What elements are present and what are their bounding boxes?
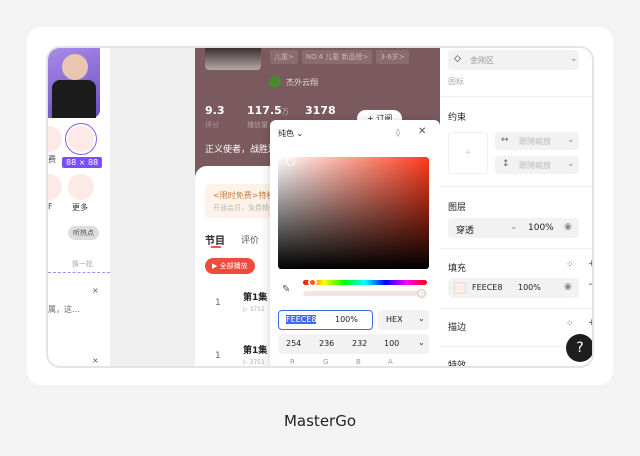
plays-value: 117.5 [247,104,282,117]
properties-panel: ◇ 金刚区 ⌄ 图标 约束 + ↔跟随缩放⌄ ↕跟随缩放⌄ 图层 穿透 ⌄ 10… [440,48,594,368]
constraints-heading: 约束 [448,110,466,123]
layer-opacity[interactable]: 100% [528,223,554,233]
caption: MasterGo [0,412,640,430]
play-all-button[interactable]: ▶ 全部播放 [205,258,255,274]
drop-icon[interactable]: ◊ [396,128,400,137]
horizontal-constraint-select[interactable]: ↔跟随缩放⌄ [495,132,579,150]
episode-plays: ▷ 3751 [243,359,265,366]
effects-heading: 特效 [448,358,466,368]
saturation-area[interactable] [278,157,429,269]
icon-label: 图标 [448,76,464,87]
eye-icon[interactable]: ◉ [564,222,572,232]
tag[interactable]: NO.4 儿童 新品榜> [302,50,372,64]
left-canvas-panel: 88 × 88 费 F 更多 听热点 换一批 × 属，这... × [48,48,110,368]
component-icon: ◇ [454,54,461,64]
episode-number: 1 [215,351,221,361]
fill-heading: 填充 [448,261,466,274]
alpha-slider[interactable] [303,291,427,296]
fill-hex[interactable]: FEECE8 [472,283,502,292]
size-badge: 88 × 88 [62,157,102,168]
selected-icon[interactable] [68,126,94,152]
layer-heading: 图层 [448,200,466,213]
r-label: R [290,358,295,366]
promo-subtitle: 开通会员，免费畅 [213,203,269,213]
fill-opacity[interactable]: 100% [518,283,541,292]
constraint-widget[interactable]: + [448,132,488,174]
g-value[interactable]: 236 [319,339,334,348]
fill-row[interactable]: FEECE8 100% ◉ [448,278,579,298]
author-name[interactable]: 杰外云翔 [286,77,318,88]
promo-title: <限时免费>特权 [213,190,274,201]
count-value: 3178 [305,104,336,117]
b-value[interactable]: 232 [352,339,367,348]
rgba-inputs[interactable]: 254 236 232 100 ⌄ [278,334,429,354]
a-label: A [388,358,393,366]
label: 费 [48,154,56,165]
format-label: HEX [386,315,403,324]
r-value[interactable]: 254 [286,339,301,348]
description: 正义使者，战胜邪 [205,142,277,155]
hex-input[interactable]: FEECE8 100% [278,310,373,330]
hue-slider[interactable] [303,280,427,285]
vertical-constraint-select[interactable]: ↕跟随缩放⌄ [495,156,579,174]
cover-image [205,48,261,70]
avatar-image [48,48,100,118]
help-button[interactable]: ? [566,334,594,362]
rating-value: 9.3 [205,104,225,117]
eye-icon[interactable]: ◉ [564,282,572,292]
fill-swatch[interactable] [454,282,466,294]
remove-fill-icon[interactable]: − [588,280,594,290]
refresh-link[interactable]: 换一批 [72,259,93,269]
opacity-value: 100% [335,315,358,324]
tag[interactable]: 3-6岁> [376,50,408,64]
eyedropper-icon[interactable]: ✎ [282,284,290,295]
more-label: 更多 [72,202,88,213]
color-picker-popup: 纯色 ⌄ ◊ ✕ ✎ FEECE8 100% HEX⌄ 254 236 232 … [270,120,440,368]
author-avatar [269,76,281,88]
component-select[interactable]: ◇ 金刚区 ⌄ [448,50,579,70]
rating-label: 评分 [205,120,219,130]
layer-blend-row[interactable]: 穿透 ⌄ 100% ◉ [448,218,579,238]
format-select[interactable]: HEX⌄ [378,310,429,330]
style-icon[interactable]: ⁘ [566,319,574,329]
stroke-heading: 描边 [448,320,466,333]
more-icon[interactable] [68,174,94,200]
tag[interactable]: 儿童> [270,50,298,64]
h-constraint-value: 跟随缩放 [519,136,551,147]
tab-programs[interactable]: 节目 [205,232,225,247]
plays-unit: 万 [282,108,289,116]
close-icon[interactable]: ✕ [418,126,426,137]
fill-mode-dropdown[interactable]: 纯色 ⌄ [278,128,303,139]
close-icon[interactable]: × [92,286,99,295]
hex-value: FEECE8 [286,315,316,324]
episode-plays: ▷ 3751 [243,306,265,313]
label: F [48,202,53,211]
tab-reviews[interactable]: 评价 [241,233,259,246]
add-fill-icon[interactable]: + [588,259,594,269]
component-name: 金刚区 [470,55,494,66]
snippet-text: 属，这... [48,304,80,315]
hot-button[interactable]: 听热点 [68,226,99,240]
v-constraint-value: 跟随缩放 [519,160,551,171]
close-icon[interactable]: × [92,356,99,365]
b-label: B [356,358,361,366]
episode-number: 1 [215,298,221,308]
a-value[interactable]: 100 [384,339,399,348]
style-icon[interactable]: ⁘ [566,260,574,270]
app-window: 88 × 88 费 F 更多 听热点 换一批 × 属，这... × 儿童> NO… [46,46,594,368]
fill-mode-label: 纯色 [278,129,294,138]
add-stroke-icon[interactable]: + [588,318,594,328]
plays-label: 播放量 [247,120,268,130]
g-label: G [323,358,328,366]
blend-mode[interactable]: 穿透 [456,223,474,236]
